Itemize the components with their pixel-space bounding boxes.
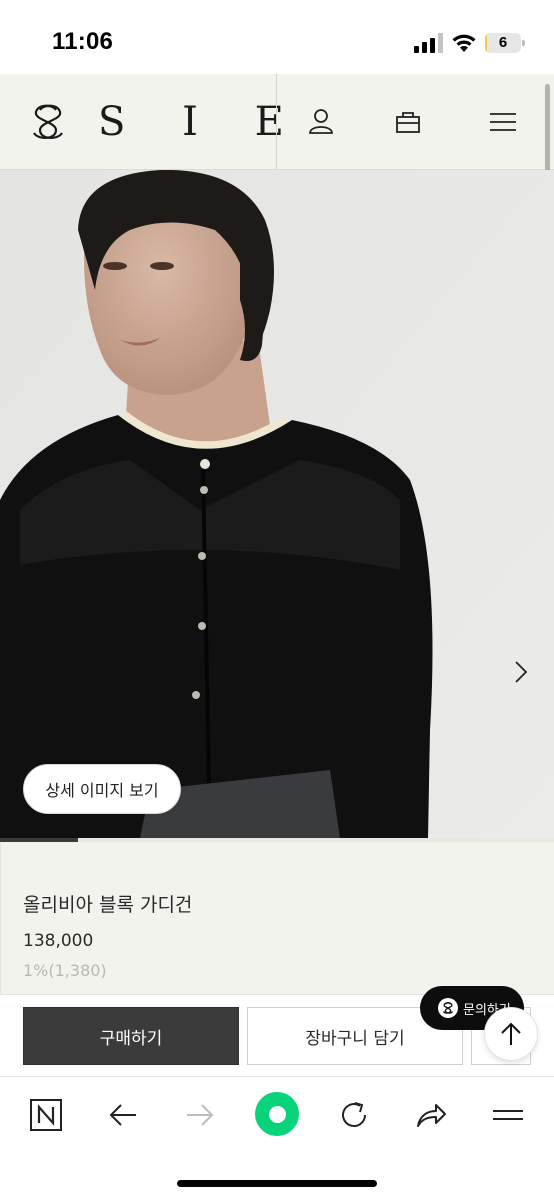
forward-arrow-icon[interactable]: [180, 1095, 220, 1135]
signal-icon: [414, 33, 443, 53]
sie-small-logo-icon: [438, 998, 458, 1018]
battery-level: 6: [498, 34, 508, 51]
home-indicator: [177, 1180, 377, 1187]
product-photo: [0, 170, 554, 838]
naver-n-icon[interactable]: [26, 1095, 66, 1135]
sie-logo-mark: [33, 104, 63, 139]
logo-text: S I E: [98, 99, 306, 145]
product-points: 1%(1,380): [23, 961, 107, 980]
wifi-icon: [452, 34, 476, 52]
status-bar: 11:06 6: [0, 0, 554, 74]
share-icon[interactable]: [411, 1095, 451, 1135]
shopping-bag-icon[interactable]: [393, 107, 423, 137]
product-price: 138,000: [23, 931, 94, 951]
back-arrow-icon[interactable]: [103, 1095, 143, 1135]
battery-icon: 6: [485, 33, 525, 53]
buy-button[interactable]: 구매하기: [23, 1007, 239, 1065]
site-logo[interactable]: S I E: [26, 100, 306, 144]
product-info: 올리비아 블록 가디건 138,000 1%(1,380): [0, 842, 554, 994]
status-time: 11:06: [52, 28, 114, 55]
menu-lines-icon[interactable]: [488, 1095, 528, 1135]
arrow-up-icon: [501, 1022, 521, 1045]
header-divider: [276, 74, 277, 170]
refresh-icon[interactable]: [334, 1095, 374, 1135]
scroll-top-button[interactable]: [484, 1007, 538, 1061]
green-home-button[interactable]: [255, 1092, 299, 1136]
chevron-right-icon[interactable]: [508, 657, 534, 687]
product-name: 올리비아 블록 가디건: [23, 894, 193, 916]
site-header: S I E: [0, 74, 554, 170]
user-icon[interactable]: [306, 107, 336, 137]
product-image[interactable]: [0, 170, 554, 838]
detail-images-button[interactable]: 상세 이미지 보기: [23, 764, 181, 814]
hamburger-menu-icon[interactable]: [488, 107, 518, 137]
